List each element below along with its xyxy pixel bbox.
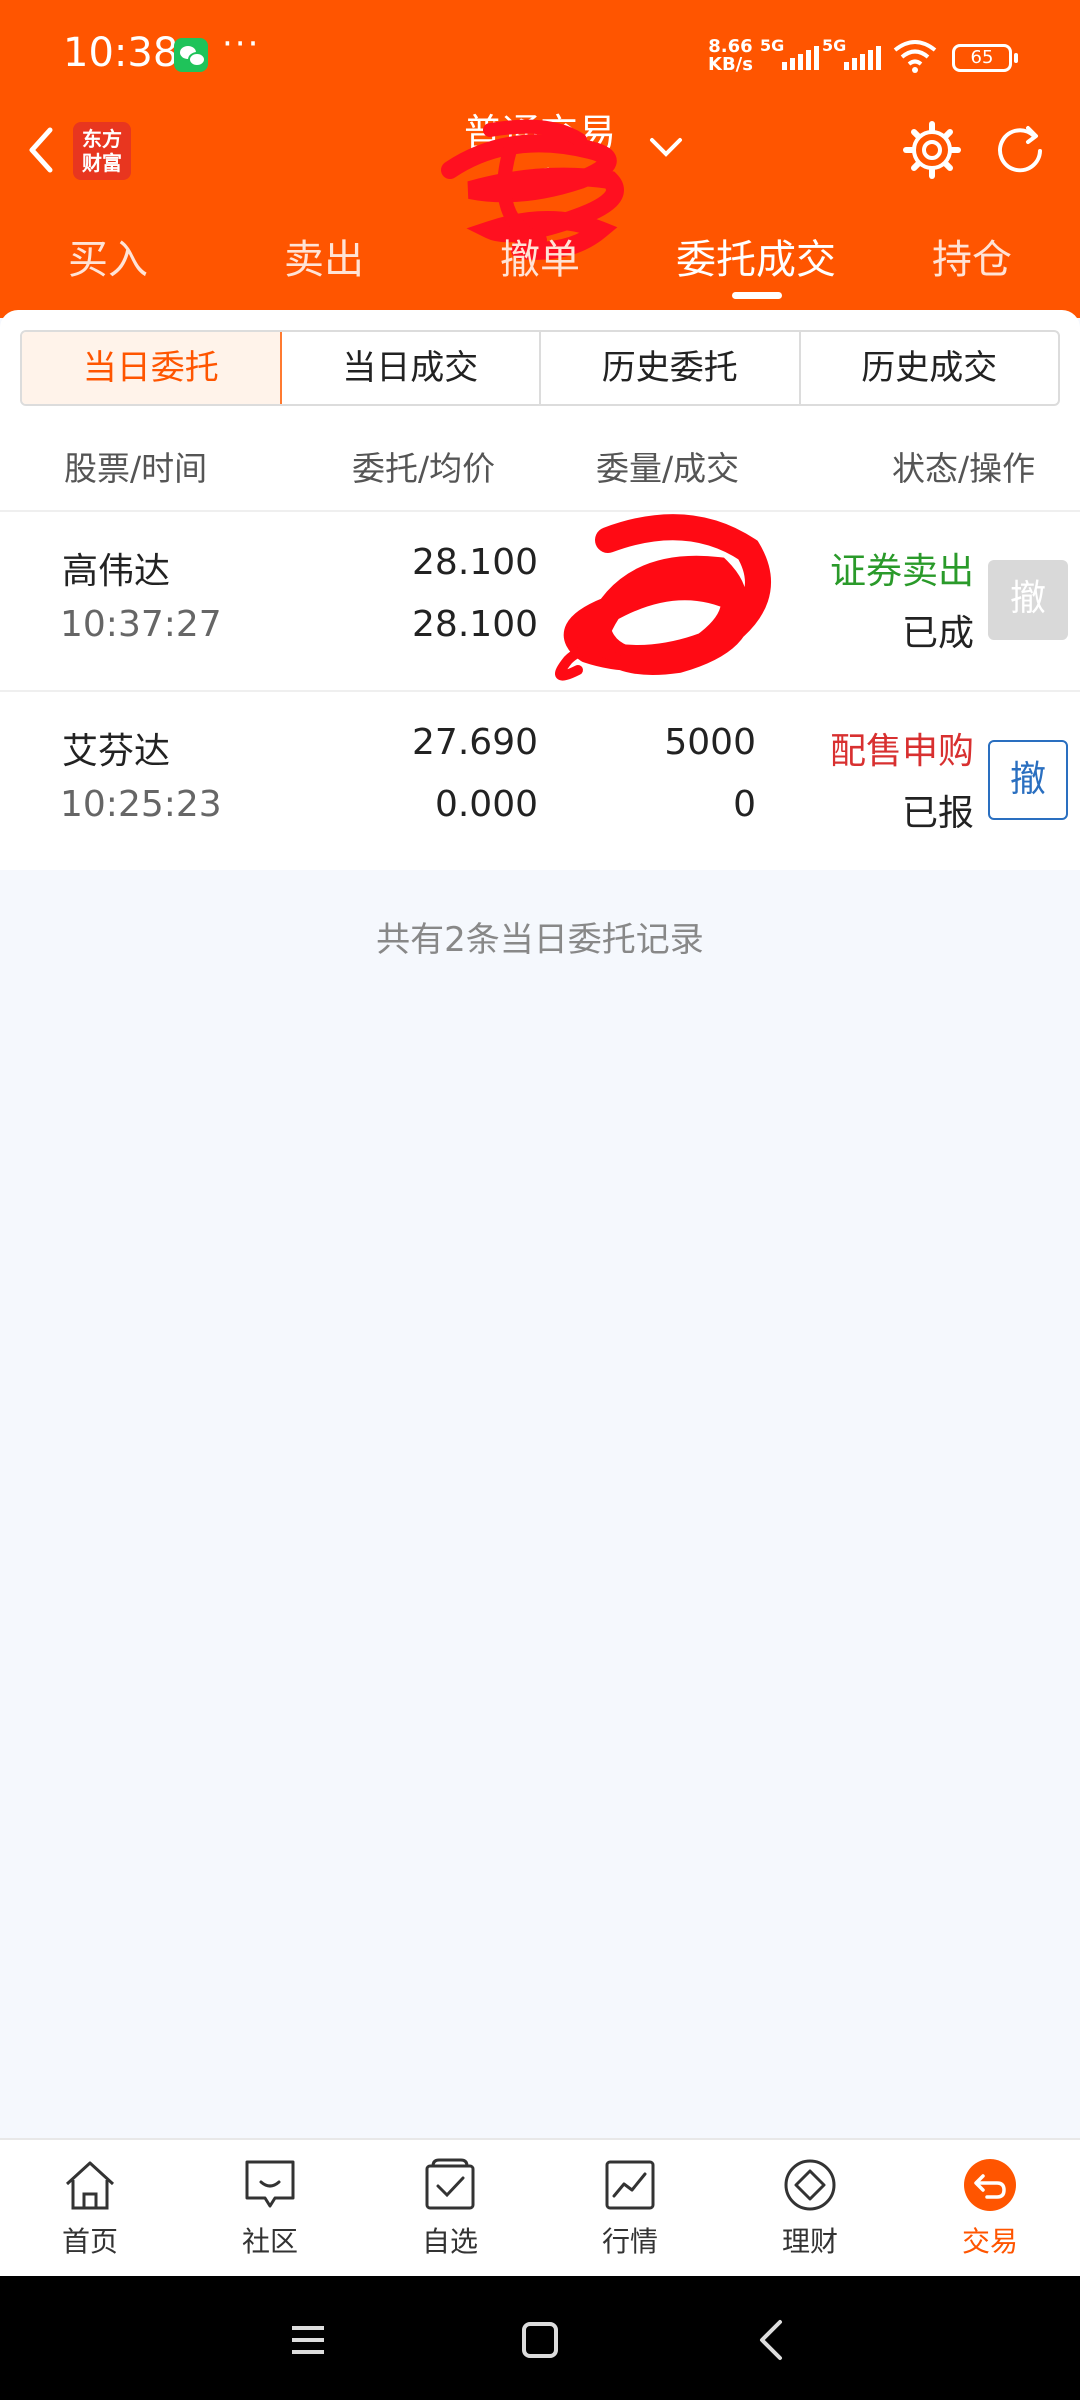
- column-header-price: 委托/均价: [352, 449, 496, 488]
- segment-history-trades[interactable]: 历史成交: [801, 332, 1059, 404]
- bottom-nav-wealth[interactable]: 理财: [720, 2156, 900, 2260]
- cancel-order-button[interactable]: 撤: [988, 560, 1068, 640]
- cancel-order-button[interactable]: 撤: [988, 740, 1068, 820]
- system-navigation-bar: [0, 2276, 1080, 2400]
- status-time: 10:38: [63, 30, 179, 76]
- trade-icon: [964, 2159, 1016, 2211]
- filled-quantity: 0: [733, 784, 756, 825]
- order-row[interactable]: 艾芬达 10:25:23 27.690 0.000 5000 0 配售申购 已报…: [0, 690, 1080, 868]
- order-quantity: 5000: [664, 722, 756, 763]
- battery-icon: 65: [952, 44, 1018, 72]
- wifi-icon: [893, 40, 937, 73]
- segment-today-orders[interactable]: 当日委托: [22, 332, 282, 404]
- orders-panel: 当日委托 当日成交 历史委托 历史成交 股票/时间 委托/均价 委量/成交 状态…: [0, 310, 1080, 870]
- bottom-nav-label: 首页: [61, 2225, 118, 2258]
- order-segment-control: 当日委托 当日成交 历史委托 历史成交: [20, 330, 1060, 406]
- network-type-2: 5G: [822, 36, 847, 55]
- bottom-nav-label: 社区: [241, 2225, 298, 2258]
- tab-sell[interactable]: 卖出: [216, 225, 432, 295]
- tab-cancel-order[interactable]: 撤单: [432, 225, 648, 295]
- bottom-nav-trade[interactable]: 交易: [900, 2156, 1080, 2260]
- bottom-nav-label: 交易: [961, 2225, 1018, 2258]
- bottom-nav-home[interactable]: 首页: [0, 2156, 180, 2260]
- order-price: 28.100: [412, 542, 538, 583]
- bottom-nav-market[interactable]: 行情: [540, 2156, 720, 2260]
- refresh-icon[interactable]: [990, 120, 1052, 182]
- tab-orders-trades[interactable]: 委托成交: [648, 225, 864, 295]
- column-header-stock-time: 股票/时间: [64, 449, 208, 488]
- order-type: 证券卖出: [829, 551, 974, 592]
- segment-today-trades[interactable]: 当日成交: [282, 332, 541, 404]
- signal-1-icon: [782, 46, 819, 70]
- more-notifications-icon: ···: [222, 24, 261, 64]
- stock-name: 高伟达: [62, 551, 171, 592]
- home-icon: [65, 2161, 115, 2210]
- bottom-nav-label: 自选: [421, 2225, 478, 2258]
- order-time: 10:37:27: [60, 604, 222, 645]
- average-price: 0.000: [434, 784, 538, 825]
- tab-positions[interactable]: 持仓: [864, 225, 1080, 295]
- order-status: 已成: [901, 613, 974, 654]
- home-button-icon[interactable]: [518, 2318, 562, 2362]
- bottom-nav-watchlist[interactable]: 自选: [360, 2156, 540, 2260]
- segment-history-orders[interactable]: 历史委托: [541, 332, 801, 404]
- chevron-down-icon[interactable]: [648, 136, 684, 160]
- settings-gear-icon[interactable]: [902, 120, 962, 180]
- system-back-icon[interactable]: [750, 2318, 794, 2362]
- order-type: 配售申购: [829, 731, 974, 772]
- column-header-status: 状态/操作: [892, 449, 1036, 488]
- bottom-nav-community[interactable]: 社区: [180, 2156, 360, 2260]
- average-price: 28.100: [412, 604, 538, 645]
- watchlist-icon: [425, 2158, 475, 2210]
- network-speed: 8.66 KB/s: [708, 38, 753, 74]
- network-type-1: 5G: [760, 36, 785, 55]
- bottom-nav-label: 行情: [601, 2225, 658, 2258]
- order-status: 已报: [901, 793, 974, 834]
- status-bar: 10:38 ··· 8.66 KB/s 5G 5G 65: [0, 0, 1080, 110]
- order-time: 10:25:23: [60, 784, 222, 825]
- column-header-qty: 委量/成交: [596, 449, 740, 488]
- wealth-icon: [784, 2159, 836, 2211]
- bottom-nav-label: 理财: [781, 2225, 838, 2258]
- market-icon: [605, 2160, 655, 2210]
- community-icon: [245, 2160, 295, 2208]
- app-header: 10:38 ··· 8.66 KB/s 5G 5G 65 东方 财富 普通交易 …: [0, 0, 1080, 318]
- wechat-notification-icon: [174, 38, 208, 72]
- recent-apps-icon[interactable]: [286, 2318, 330, 2362]
- stock-name: 艾芬达: [62, 731, 171, 772]
- bottom-navigation: 首页 社区 自选 行情 理财 交易: [0, 2138, 1080, 2276]
- active-tab-indicator: [732, 292, 782, 299]
- trade-tabs: 买入 卖出 撤单 委托成交 持仓: [0, 225, 1080, 305]
- network-speed-unit: KB/s: [708, 54, 753, 75]
- tab-buy[interactable]: 买入: [0, 225, 216, 295]
- signal-2-icon: [844, 46, 881, 70]
- order-count-summary: 共有2条当日委托记录: [376, 920, 704, 960]
- order-price: 27.690: [412, 722, 538, 763]
- order-row[interactable]: 高伟达 10:37:27 28.100 28.100 证券卖出 已成 撤: [0, 510, 1080, 688]
